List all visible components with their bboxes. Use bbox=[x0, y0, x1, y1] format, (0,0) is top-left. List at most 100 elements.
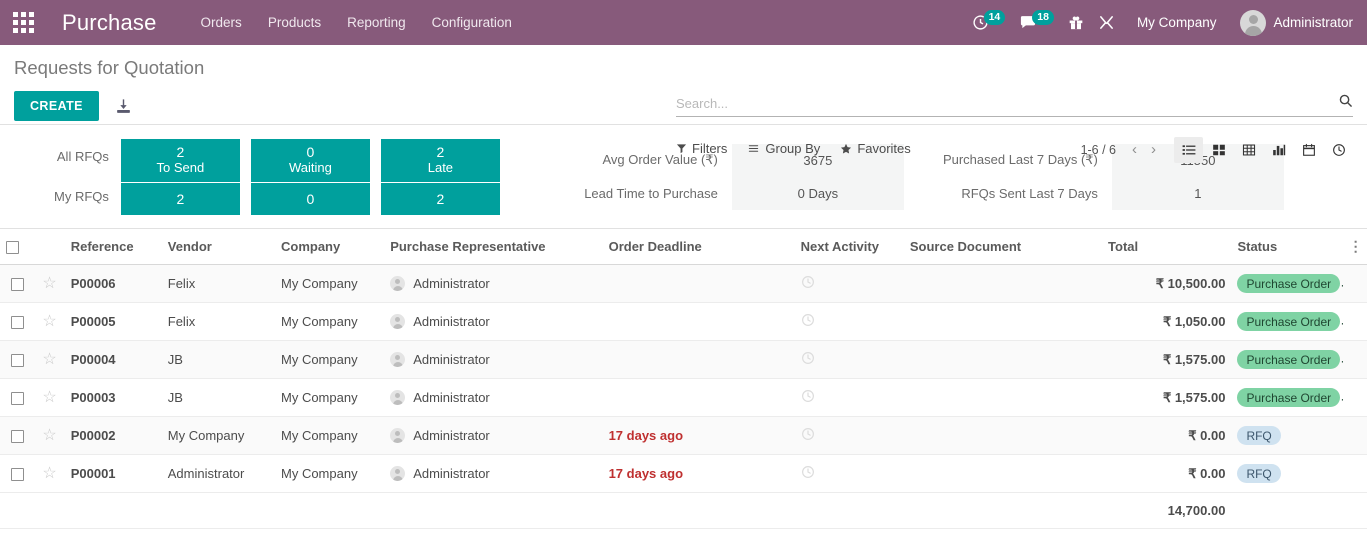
view-button-graph[interactable] bbox=[1264, 137, 1293, 163]
favorite-star-icon[interactable]: ☆ bbox=[42, 465, 56, 482]
header-company[interactable]: Company bbox=[275, 229, 385, 266]
table-row[interactable]: ☆ P00002 My Company My Company Administrator… bbox=[0, 416, 1367, 456]
header-total[interactable]: Total bbox=[1102, 229, 1232, 266]
next-activity-button[interactable] bbox=[801, 466, 815, 482]
debug-tools-menu[interactable] bbox=[1098, 14, 1115, 31]
apps-menu-toggle[interactable] bbox=[0, 0, 46, 45]
view-button-calendar[interactable] bbox=[1294, 137, 1323, 163]
cell-reference[interactable]: P00002 bbox=[64, 416, 162, 456]
star-icon bbox=[841, 143, 852, 154]
cell-vendor: Felix bbox=[161, 302, 275, 342]
cell-reference[interactable]: P00004 bbox=[64, 340, 162, 380]
row-select-checkbox[interactable] bbox=[10, 430, 24, 444]
menu-item-configuration[interactable]: Configuration bbox=[432, 15, 512, 30]
cell-next-activity[interactable] bbox=[794, 302, 904, 342]
table-row[interactable]: ☆ P00003 JB My Company Administrator ₹ 1,575.… bbox=[0, 378, 1367, 418]
cell-next-activity[interactable] bbox=[794, 264, 904, 304]
header-purchase-representative[interactable]: Purchase Representative bbox=[384, 229, 603, 266]
next-activity-button[interactable] bbox=[801, 276, 815, 292]
tile-all-to-send[interactable]: 2 To Send bbox=[120, 138, 240, 183]
header-source-document[interactable]: Source Document bbox=[903, 229, 1103, 266]
view-button-pivot[interactable] bbox=[1234, 137, 1263, 163]
row-select-checkbox[interactable] bbox=[10, 316, 24, 330]
favorite-star-icon[interactable]: ☆ bbox=[42, 389, 56, 406]
messages-menu[interactable]: 18 bbox=[1019, 10, 1054, 31]
next-activity-button[interactable] bbox=[801, 314, 815, 330]
menu-item-products[interactable]: Products bbox=[268, 15, 321, 30]
tile-my-waiting[interactable]: 0 bbox=[250, 182, 370, 215]
cell-next-activity[interactable] bbox=[794, 340, 904, 380]
pager-previous-button[interactable]: ‹ bbox=[1126, 141, 1143, 159]
table-row[interactable]: ☆ P00005 Felix My Company Administrator ₹ 1,0… bbox=[0, 302, 1367, 342]
searchview[interactable] bbox=[676, 93, 1353, 117]
cell-next-activity[interactable] bbox=[794, 416, 904, 456]
row-select-checkbox[interactable] bbox=[10, 468, 24, 482]
pager-next-button[interactable]: › bbox=[1145, 141, 1162, 159]
next-activity-button[interactable] bbox=[801, 390, 815, 406]
view-button-list[interactable] bbox=[1174, 137, 1203, 163]
favorite-star-icon[interactable]: ☆ bbox=[42, 313, 56, 330]
row-select-checkbox[interactable] bbox=[10, 354, 24, 368]
messages-count-badge: 18 bbox=[1032, 10, 1054, 25]
import-records-button[interactable] bbox=[115, 98, 132, 115]
search-input[interactable] bbox=[676, 95, 1332, 111]
rfq-column-to-send: 2 To Send 2 bbox=[120, 138, 240, 215]
favorite-star-icon[interactable]: ☆ bbox=[42, 427, 56, 444]
tile-waiting-label: Waiting bbox=[288, 160, 332, 175]
tile-my-late[interactable]: 2 bbox=[380, 182, 500, 215]
tile-all-waiting[interactable]: 0 Waiting bbox=[250, 138, 370, 183]
cell-reference[interactable]: P00003 bbox=[64, 378, 162, 418]
row-select-checkbox[interactable] bbox=[10, 278, 24, 292]
group-by-dropdown[interactable]: Group By bbox=[747, 141, 820, 156]
total-value: ₹ 10,500.00 bbox=[1155, 275, 1226, 291]
table-row[interactable]: ☆ P00004 JB My Company Administrator ₹ 1,575.… bbox=[0, 340, 1367, 380]
group-by-bars-icon bbox=[749, 145, 759, 152]
cell-row-options bbox=[1342, 340, 1367, 380]
user-menu[interactable]: Administrator bbox=[1240, 9, 1353, 36]
column-options-icon[interactable]: ⋮ bbox=[1349, 238, 1363, 254]
header-status[interactable]: Status bbox=[1231, 229, 1343, 266]
select-all-checkbox[interactable] bbox=[6, 241, 19, 255]
gift-menu[interactable] bbox=[1068, 14, 1084, 31]
cell-source-document bbox=[903, 340, 1103, 380]
search-icon[interactable] bbox=[1338, 93, 1353, 113]
company-switcher[interactable]: My Company bbox=[1137, 15, 1217, 30]
tile-all-late[interactable]: 2 Late bbox=[380, 138, 500, 183]
favorite-star-icon[interactable]: ☆ bbox=[42, 351, 56, 368]
cell-row-options bbox=[1342, 302, 1367, 342]
table-row[interactable]: ☆ P00001 Administrator My Company Administra… bbox=[0, 454, 1367, 494]
header-vendor[interactable]: Vendor bbox=[161, 229, 275, 266]
apps-grid-icon bbox=[12, 12, 34, 33]
next-activity-button[interactable] bbox=[801, 352, 815, 368]
cell-next-activity[interactable] bbox=[794, 378, 904, 418]
header-next-activity[interactable]: Next Activity bbox=[794, 229, 904, 266]
header-reference[interactable]: Reference bbox=[64, 229, 162, 266]
cell-reference[interactable]: P00005 bbox=[64, 302, 162, 342]
cell-reference[interactable]: P00001 bbox=[64, 454, 162, 494]
view-button-activity[interactable] bbox=[1324, 137, 1353, 163]
cell-next-activity[interactable] bbox=[794, 454, 904, 494]
user-avatar bbox=[1240, 9, 1267, 36]
create-button[interactable]: CREATE bbox=[14, 91, 99, 121]
filters-dropdown[interactable]: Filters bbox=[676, 141, 727, 156]
favorite-star-icon[interactable]: ☆ bbox=[42, 275, 56, 292]
table-header-row: Reference Vendor Company Purchase Repres… bbox=[0, 229, 1367, 266]
tile-my-to-send[interactable]: 2 bbox=[120, 182, 240, 215]
next-activity-button[interactable] bbox=[801, 428, 815, 444]
menu-item-reporting[interactable]: Reporting bbox=[347, 15, 406, 30]
row-select-checkbox[interactable] bbox=[10, 392, 24, 406]
app-brand-title[interactable]: Purchase bbox=[62, 10, 157, 36]
row-favorite-cell: ☆ bbox=[34, 416, 65, 456]
row-favorite-cell: ☆ bbox=[34, 454, 65, 494]
view-button-kanban[interactable] bbox=[1204, 137, 1233, 163]
table-row[interactable]: ☆ P00006 Felix My Company Administrator ₹ 10,… bbox=[0, 264, 1367, 304]
header-column-options[interactable]: ⋮ bbox=[1342, 229, 1367, 266]
favorites-dropdown[interactable]: Favorites bbox=[840, 141, 911, 156]
representative-avatar bbox=[390, 390, 406, 406]
cell-source-document bbox=[903, 264, 1103, 304]
cell-reference[interactable]: P00006 bbox=[64, 264, 162, 304]
menu-item-orders[interactable]: Orders bbox=[201, 15, 242, 30]
page-title: Requests for Quotation bbox=[14, 57, 205, 78]
header-order-deadline[interactable]: Order Deadline bbox=[602, 229, 795, 266]
activities-menu[interactable]: 14 bbox=[972, 10, 1006, 31]
